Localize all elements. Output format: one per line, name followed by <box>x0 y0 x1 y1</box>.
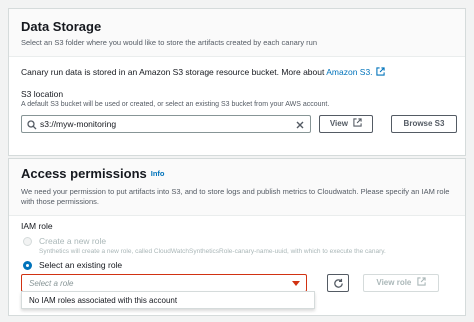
existing-role-label: Select an existing role <box>39 260 123 270</box>
browse-s3-button[interactable]: Browse S3 <box>391 115 457 133</box>
view-role-button-label: View role <box>376 278 412 287</box>
s3-location-input[interactable]: s3://myw-monitoring <box>21 115 311 133</box>
access-permissions-title: Access permissions <box>21 166 147 181</box>
refresh-icon <box>334 278 343 288</box>
data-storage-panel: Data Storage Select an S3 folder where y… <box>8 8 466 156</box>
storage-info-text: Canary run data is stored in an Amazon S… <box>21 67 385 77</box>
refresh-button[interactable] <box>327 274 349 292</box>
search-icon <box>27 120 37 130</box>
access-permissions-description: We need your permission to put artifacts… <box>21 187 450 206</box>
existing-role-radio[interactable] <box>23 261 32 270</box>
create-role-label: Create a new role <box>39 236 107 246</box>
create-role-radio[interactable] <box>23 237 32 246</box>
access-permissions-title-row: Access permissions Info <box>21 165 453 183</box>
caret-down-icon <box>292 281 300 286</box>
view-role-button[interactable]: View role <box>363 274 439 292</box>
data-storage-title: Data Storage <box>21 19 102 34</box>
data-storage-header: Data Storage Select an S3 folder where y… <box>9 9 465 57</box>
access-permissions-header: Access permissions Info We need your perm… <box>9 159 465 216</box>
no-roles-message: No IAM roles associated with this accoun… <box>29 296 178 305</box>
amazon-s3-link[interactable]: Amazon S3. <box>326 67 372 77</box>
create-role-description: Synthetics will create a new role, calle… <box>39 248 386 255</box>
view-s3-button-label: View <box>329 119 348 128</box>
access-permissions-panel: Access permissions Info We need your perm… <box>8 158 466 316</box>
external-link-icon <box>416 277 426 286</box>
storage-info-label: Canary run data is stored in an Amazon S… <box>21 67 327 77</box>
s3-location-label: S3 location <box>21 89 64 99</box>
external-link-icon <box>353 118 362 127</box>
iam-role-select[interactable]: Select a role <box>21 274 307 292</box>
iam-role-select-placeholder: Select a role <box>29 279 74 288</box>
s3-location-value[interactable]: s3://myw-monitoring <box>40 119 116 129</box>
iam-role-dropdown: No IAM roles associated with this accoun… <box>21 291 315 309</box>
info-link[interactable]: Info <box>151 169 165 178</box>
s3-location-description: A default S3 bucket will be used or crea… <box>21 101 330 108</box>
data-storage-description: Select an S3 folder where you would like… <box>21 38 317 47</box>
external-link-icon[interactable] <box>375 67 385 76</box>
clear-icon[interactable] <box>295 120 305 130</box>
iam-role-label: IAM role <box>21 221 53 231</box>
view-s3-button[interactable]: View <box>319 115 373 133</box>
